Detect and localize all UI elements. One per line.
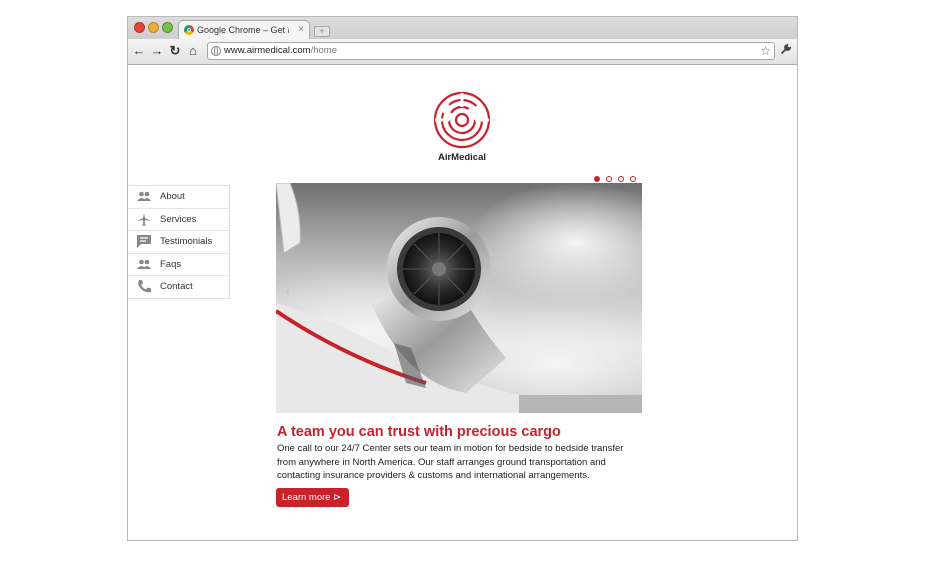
home-icon[interactable]: ⌂ [185,43,201,59]
sidebar-item-label: About [160,191,185,202]
chat-icon [137,235,151,249]
browser-window: Google Chrome – Get a fast × + ← → ↻ ⌂ w… [127,16,798,541]
people-icon [137,191,151,201]
airplane-icon [137,212,151,226]
slider-next-arrow[interactable]: › [627,281,633,302]
jet-engine-image [276,183,642,413]
hero-slider-image: ‹ › [276,183,642,413]
back-arrow-icon[interactable]: ← [131,43,147,59]
globe-icon [211,46,221,56]
zoom-window-button[interactable] [162,22,173,33]
close-window-button[interactable] [134,22,145,33]
browser-toolbar: ← → ↻ ⌂ www.airmedical.com/home ☆ [128,39,797,65]
url-host: www.airmedical.com [224,45,311,56]
address-bar[interactable]: www.airmedical.com/home ☆ [207,42,775,60]
sidebar-item-label: Contact [160,281,193,293]
airmedical-logo-icon [433,91,491,149]
phone-icon [138,280,151,293]
slider-dot-4[interactable] [630,176,636,182]
new-tab-button[interactable]: + [314,26,330,37]
learn-more-label: Learn more [282,492,331,503]
sidebar-item-label: Services [160,213,197,225]
bookmark-star-icon[interactable]: ☆ [760,43,771,59]
sidebar-item-label: Faqs [160,258,182,270]
sidebar-item-label: Testimonials [160,236,213,248]
sidebar-item-faqs[interactable]: Faqs [128,254,229,277]
sidebar-item-contact[interactable]: Contact [128,276,229,298]
sidebar-item-testimonials[interactable]: Testimonials [128,231,229,254]
page-headline: A team you can trust with precious cargo [277,424,561,440]
body-paragraph: One call to our 24/7 Center sets our tea… [277,443,624,481]
reload-icon[interactable]: ↻ [167,43,183,59]
sidebar-item-services[interactable]: Services [128,209,229,232]
chrome-favicon-icon [184,25,194,35]
tab-title: Google Chrome – Get a fast [197,25,289,35]
web-page: AirMedical About Services Testimonials F… [128,65,797,540]
sidebar-item-about[interactable]: About [128,186,229,209]
forward-arrow-icon[interactable]: → [149,43,165,59]
slider-prev-arrow[interactable]: ‹ [285,281,291,302]
browser-tab[interactable]: Google Chrome – Get a fast × [178,20,310,39]
wrench-menu-icon[interactable] [780,43,792,58]
url-path: /home [310,45,337,56]
people-icon [137,259,151,269]
tab-close-icon[interactable]: × [298,21,304,39]
tab-bar: Google Chrome – Get a fast × + [128,17,797,39]
learn-more-button[interactable]: Learn more ⊳ [276,488,349,507]
slider-pagination [594,169,642,182]
slider-dot-1[interactable] [594,176,600,182]
slider-dot-2[interactable] [606,176,612,182]
minimize-window-button[interactable] [148,22,159,33]
slider-dot-3[interactable] [618,176,624,182]
play-arrow-icon: ⊳ [333,492,342,503]
side-navigation: About Services Testimonials Faqs Contact [128,185,230,299]
brand-name: AirMedical [437,152,487,163]
